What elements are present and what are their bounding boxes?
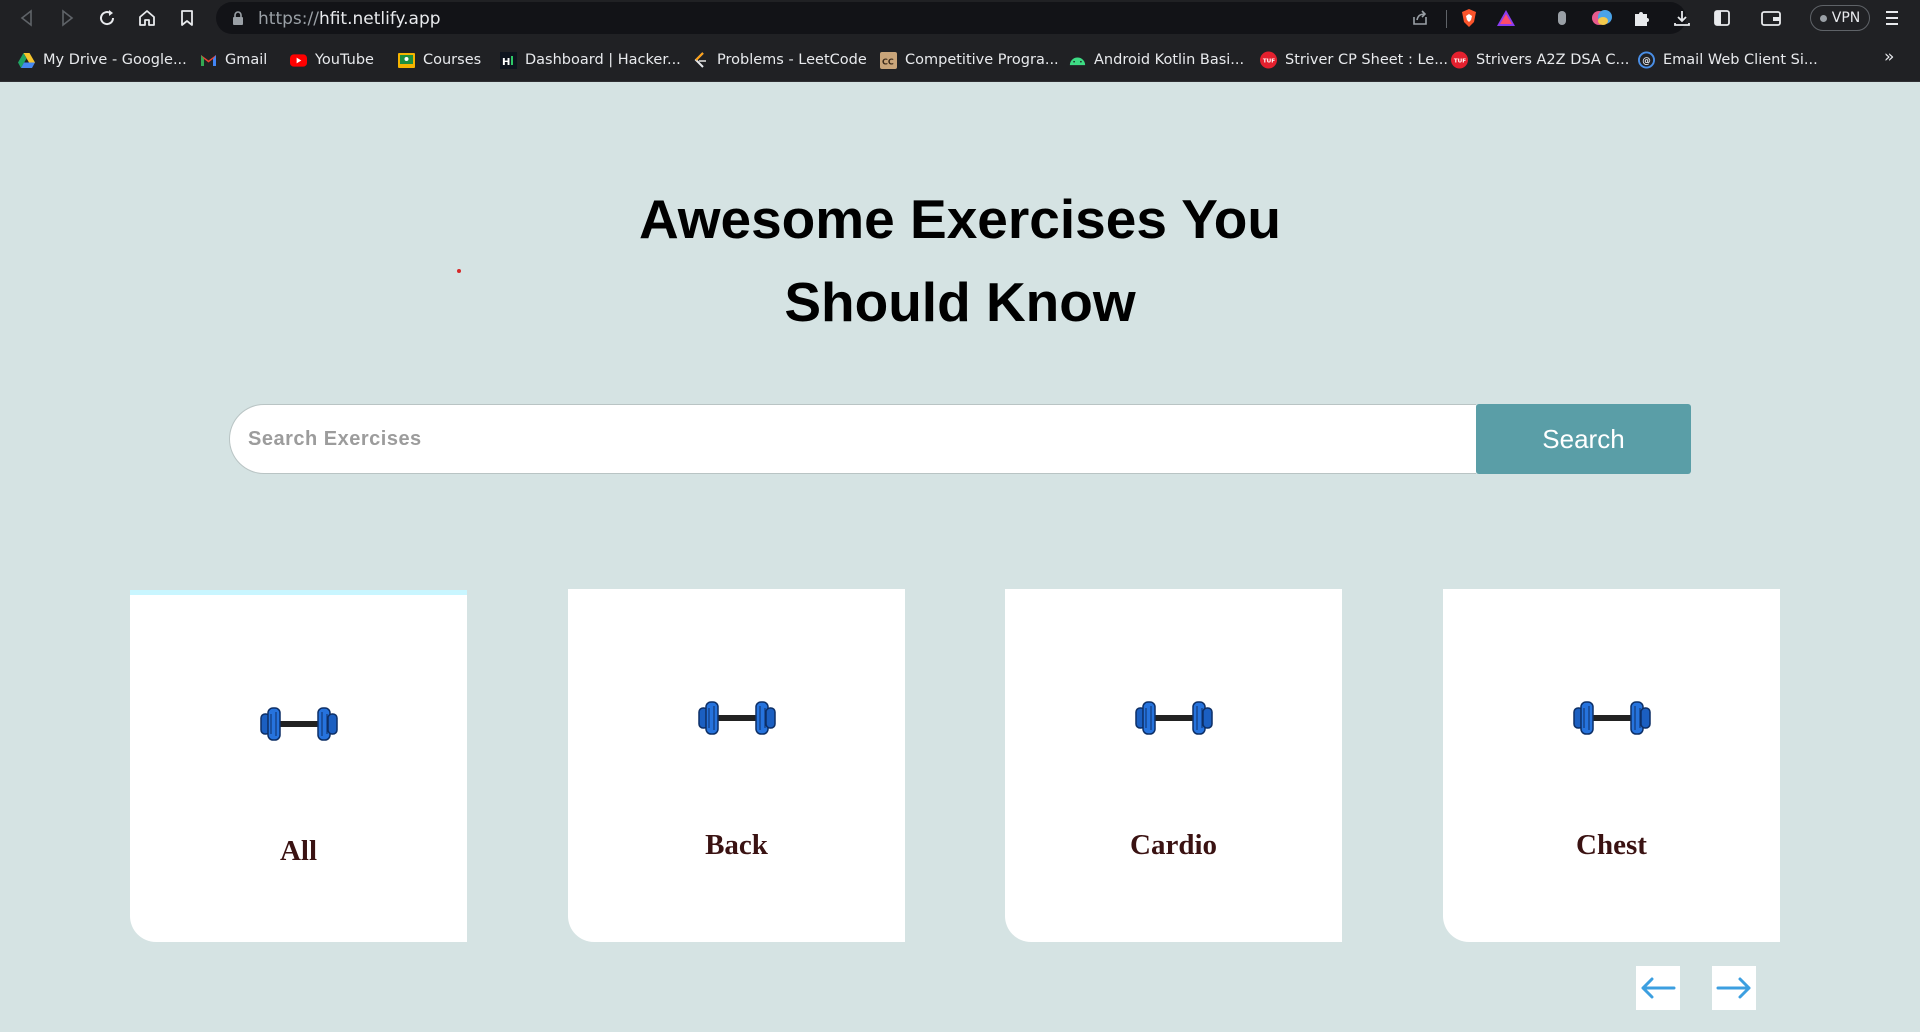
vpn-button[interactable]: VPN <box>1810 5 1870 31</box>
classroom-icon <box>398 52 415 69</box>
url-divider <box>1446 10 1447 28</box>
scroll-left-button[interactable] <box>1636 966 1680 1010</box>
brave-rewards-icon[interactable] <box>1496 8 1516 28</box>
bookmark-label: Striver CP Sheet : Le... <box>1285 52 1449 68</box>
url-scheme: https:// <box>258 9 319 29</box>
menu-icon[interactable] <box>1880 6 1904 30</box>
bookmark-label: Gmail <box>225 52 268 68</box>
home-button[interactable] <box>132 4 162 32</box>
svg-text:H: H <box>502 57 510 68</box>
dumbbell-icon <box>260 707 338 741</box>
svg-text:TUF: TUF <box>1454 58 1466 64</box>
bookmark-icon <box>181 10 193 26</box>
bookmark-label: YouTube <box>315 52 374 68</box>
bookmark-label: Android Kotlin Basi... <box>1094 52 1245 68</box>
bookmark-item[interactable]: My Drive - Google... <box>18 49 187 71</box>
home-icon <box>139 10 155 26</box>
brave-shield-icon[interactable] <box>1459 8 1479 28</box>
bookmarks-bar: My Drive - Google... Gmail YouTube Cours… <box>0 37 1920 82</box>
bookmark-label: Email Web Client Si... <box>1663 52 1818 68</box>
bookmark-label: Courses <box>423 52 482 68</box>
hackerrank-icon: H <box>500 51 517 69</box>
reload-button[interactable] <box>92 4 122 32</box>
dumbbell-icon <box>698 701 776 735</box>
wallet-icon[interactable] <box>1759 6 1783 30</box>
category-card-chest[interactable]: Chest <box>1443 589 1780 942</box>
url-host: hfit.netlify.app <box>318 9 441 29</box>
bookmarks-overflow-button[interactable]: » <box>1884 47 1894 67</box>
tuf-icon: TUF <box>1451 51 1468 69</box>
google-drive-icon <box>18 52 35 69</box>
svg-text:@: @ <box>1642 56 1651 66</box>
category-card-all[interactable]: All <box>130 590 467 942</box>
scroll-right-button[interactable] <box>1712 966 1756 1010</box>
category-card-cardio[interactable]: Cardio <box>1005 589 1342 942</box>
bookmark-item[interactable]: Problems - LeetCode <box>692 49 867 71</box>
leetcode-icon <box>692 51 709 69</box>
url-text: https://hfit.netlify.app <box>258 9 441 29</box>
category-card-back[interactable]: Back <box>568 589 905 942</box>
category-label: All <box>279 835 318 867</box>
bookmark-item[interactable]: Android Kotlin Basi... <box>1069 49 1244 71</box>
back-icon <box>20 9 32 27</box>
dumbbell-icon <box>1573 701 1651 735</box>
download-icon[interactable] <box>1670 6 1694 30</box>
bookmark-item[interactable]: CC Competitive Progra... <box>880 49 1059 71</box>
sidebar-icon[interactable] <box>1710 6 1734 30</box>
bookmark-item[interactable]: YouTube <box>290 49 374 71</box>
browser-toolbar: https://hfit.netlify.app VPN <box>0 0 1920 37</box>
forward-button[interactable] <box>52 4 82 32</box>
category-label: Back <box>705 829 768 861</box>
lock-icon <box>233 11 243 25</box>
hero-title: Awesome Exercises You Should Know <box>460 178 1460 344</box>
svg-text:TUF: TUF <box>1263 58 1275 64</box>
stray-red-dot <box>457 269 461 273</box>
bookmark-item[interactable]: @ Email Web Client Si... <box>1638 49 1818 71</box>
bookmark-button[interactable] <box>172 4 202 32</box>
bookmark-label: Problems - LeetCode <box>717 52 867 68</box>
category-label: Cardio <box>1130 829 1217 861</box>
dumbbell-icon <box>1135 701 1213 735</box>
svg-text:CC: CC <box>882 57 894 66</box>
search-input[interactable] <box>229 404 1476 474</box>
bookmark-item[interactable]: Courses <box>398 49 481 71</box>
back-button[interactable] <box>12 4 42 32</box>
youtube-icon <box>290 52 307 69</box>
address-bar[interactable]: https://hfit.netlify.app <box>216 2 1686 34</box>
bookmark-item[interactable]: TUF Striver CP Sheet : Le... <box>1260 49 1448 71</box>
bookmark-item[interactable]: H Dashboard | Hacker... <box>500 49 681 71</box>
email-client-icon: @ <box>1638 51 1655 69</box>
search-button[interactable]: Search <box>1476 404 1691 474</box>
arrow-left-icon <box>1641 977 1676 999</box>
bookmark-item[interactable]: Gmail <box>200 49 267 71</box>
forward-icon <box>62 9 74 27</box>
extension-mouse-icon[interactable] <box>1550 6 1574 30</box>
vpn-label: VPN <box>1831 10 1861 26</box>
bookmark-label: Strivers A2Z DSA C... <box>1476 52 1630 68</box>
codechef-icon: CC <box>880 51 897 69</box>
gmail-icon <box>200 52 217 69</box>
bookmark-label: Competitive Progra... <box>905 52 1059 68</box>
bookmark-item[interactable]: TUF Strivers A2Z DSA C... <box>1451 49 1629 71</box>
vpn-status-dot <box>1819 14 1827 22</box>
tuf-icon: TUF <box>1260 51 1277 69</box>
bookmark-label: Dashboard | Hacker... <box>525 52 681 68</box>
category-label: Chest <box>1576 829 1647 861</box>
arrow-right-icon <box>1716 977 1751 999</box>
hero-title-line2: Should Know <box>784 271 1136 333</box>
android-icon <box>1069 52 1086 69</box>
extension-brain-icon[interactable] <box>1590 6 1614 30</box>
hero-title-line1: Awesome Exercises You <box>638 188 1282 250</box>
share-icon[interactable] <box>1410 8 1430 28</box>
bookmark-label: My Drive - Google... <box>43 52 187 68</box>
reload-icon <box>100 10 115 26</box>
extensions-puzzle-icon[interactable] <box>1630 6 1654 30</box>
